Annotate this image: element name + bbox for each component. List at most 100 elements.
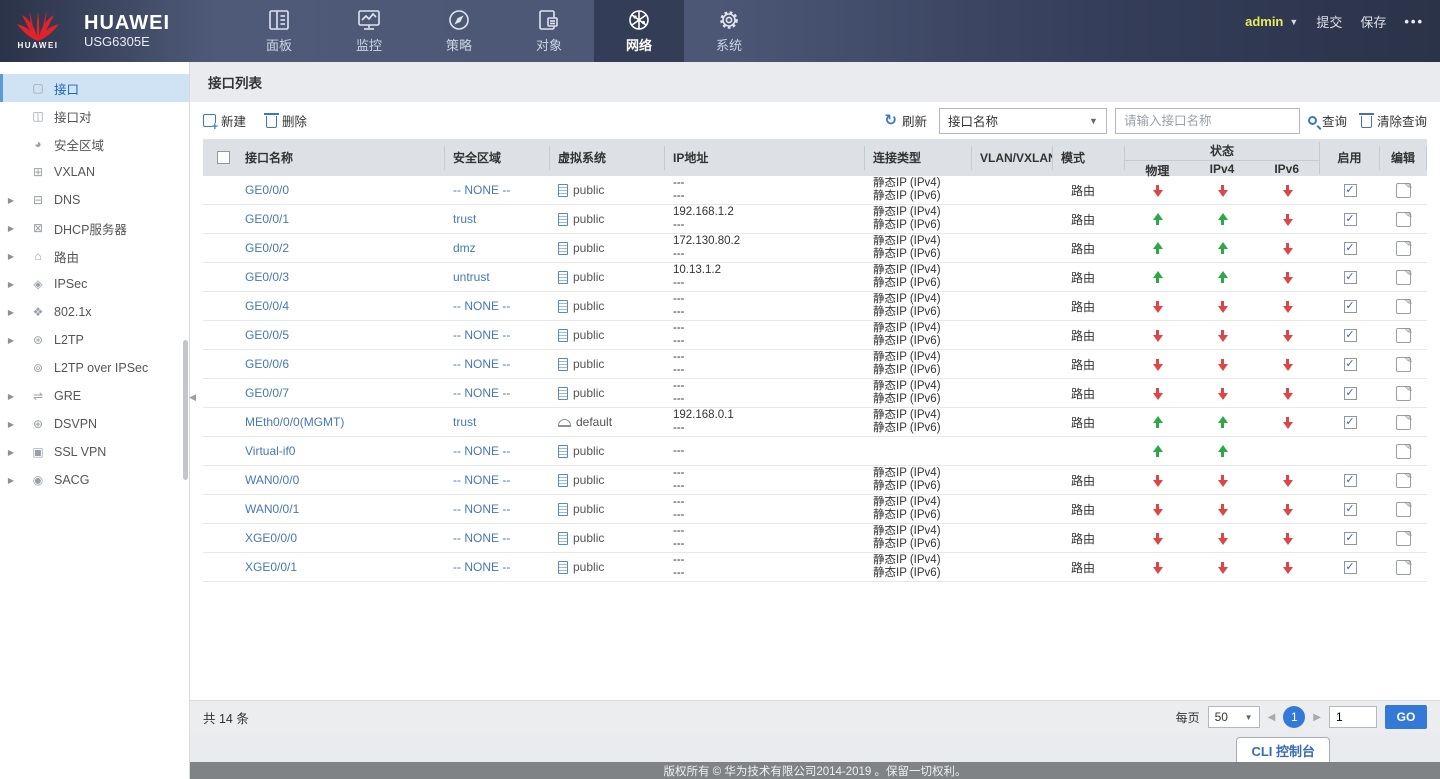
expand-caret-icon[interactable]: ▶ bbox=[0, 476, 22, 485]
enable-checkbox[interactable]: ✓ bbox=[1343, 270, 1357, 284]
expand-caret-icon[interactable]: ▶ bbox=[0, 252, 22, 261]
sidebar-item-security-zone[interactable]: ▶ ◕ 安全区域 bbox=[0, 130, 189, 158]
sidebar-collapse-icon[interactable]: ◀ bbox=[189, 392, 196, 403]
expand-caret-icon[interactable]: ▶ bbox=[0, 420, 22, 429]
save-button[interactable]: 保存 bbox=[1360, 12, 1386, 31]
zone-link[interactable]: -- NONE -- bbox=[453, 299, 510, 313]
sidebar-item-gre[interactable]: ▶ ⇌ GRE bbox=[0, 382, 189, 410]
zone-link[interactable]: trust bbox=[453, 415, 476, 429]
expand-caret-icon[interactable]: ▶ bbox=[0, 392, 22, 401]
interface-name-link[interactable]: GE0/0/6 bbox=[245, 357, 289, 371]
next-page-icon[interactable]: ▶ bbox=[1313, 712, 1321, 723]
nav-tab-policy[interactable]: 策略 bbox=[414, 0, 504, 62]
enable-checkbox[interactable]: ✓ bbox=[1343, 357, 1357, 371]
sidebar-item-route[interactable]: ▶ ⌂ 路由 bbox=[0, 242, 189, 270]
enable-checkbox[interactable]: ✓ bbox=[1343, 560, 1357, 574]
edit-button[interactable] bbox=[1396, 472, 1413, 488]
sidebar-item-sacg[interactable]: ▶ ◉ SACG bbox=[0, 466, 189, 494]
zone-link[interactable]: -- NONE -- bbox=[453, 328, 510, 342]
sidebar-item-dns[interactable]: ▶ ⊟ DNS bbox=[0, 186, 189, 214]
edit-button[interactable] bbox=[1396, 385, 1413, 401]
cli-console-button[interactable]: CLI 控制台 bbox=[1236, 737, 1330, 762]
zone-link[interactable]: -- NONE -- bbox=[453, 444, 510, 458]
expand-caret-icon[interactable]: ▶ bbox=[0, 196, 22, 205]
enable-checkbox[interactable]: ✓ bbox=[1343, 328, 1357, 342]
edit-button[interactable] bbox=[1396, 327, 1413, 343]
goto-page-input[interactable] bbox=[1329, 706, 1377, 728]
zone-link[interactable]: -- NONE -- bbox=[453, 502, 510, 516]
filter-field-dropdown[interactable]: 接口名称 ▼ bbox=[938, 107, 1107, 134]
submit-button[interactable]: 提交 bbox=[1316, 12, 1342, 31]
interface-name-link[interactable]: XGE0/0/1 bbox=[245, 560, 297, 574]
select-all-checkbox[interactable] bbox=[216, 151, 230, 164]
zone-link[interactable]: -- NONE -- bbox=[453, 357, 510, 371]
interface-name-link[interactable]: GE0/0/5 bbox=[245, 328, 289, 342]
zone-link[interactable]: untrust bbox=[453, 270, 490, 284]
interface-name-link[interactable]: Virtual-if0 bbox=[245, 444, 295, 458]
sidebar-item-dot1x[interactable]: ▶ ❖ 802.1x bbox=[0, 298, 189, 326]
more-menu-icon[interactable]: ••• bbox=[1404, 14, 1424, 29]
zone-link[interactable]: -- NONE -- bbox=[453, 531, 510, 545]
delete-button[interactable]: 删除 bbox=[264, 111, 307, 130]
edit-button[interactable] bbox=[1396, 443, 1413, 459]
enable-checkbox[interactable]: ✓ bbox=[1343, 241, 1357, 255]
interface-name-link[interactable]: XGE0/0/0 bbox=[245, 531, 297, 545]
edit-button[interactable] bbox=[1396, 269, 1413, 285]
zone-link[interactable]: dmz bbox=[453, 241, 476, 255]
nav-tab-dashboard[interactable]: 面板 bbox=[234, 0, 324, 62]
sidebar-item-l2tp-over-ipsec[interactable]: ▶ ⊚ L2TP over IPSec bbox=[0, 354, 189, 382]
sidebar-item-interface[interactable]: ▶ ▢ 接口 bbox=[0, 74, 189, 102]
enable-checkbox[interactable]: ✓ bbox=[1343, 212, 1357, 226]
zone-link[interactable]: trust bbox=[453, 212, 476, 226]
sidebar-item-ipsec[interactable]: ▶ ◈ IPSec bbox=[0, 270, 189, 298]
edit-button[interactable] bbox=[1396, 240, 1413, 256]
enable-checkbox[interactable]: ✓ bbox=[1343, 473, 1357, 487]
refresh-button[interactable]: ↻ 刷新 bbox=[884, 111, 927, 130]
edit-button[interactable] bbox=[1396, 298, 1413, 314]
prev-page-icon[interactable]: ◀ bbox=[1268, 712, 1276, 723]
sidebar-item-dsvpn[interactable]: ▶ ⊕ DSVPN bbox=[0, 410, 189, 438]
interface-name-link[interactable]: WAN0/0/0 bbox=[245, 473, 299, 487]
zone-link[interactable]: -- NONE -- bbox=[453, 473, 510, 487]
enable-checkbox[interactable]: ✓ bbox=[1343, 531, 1357, 545]
current-page-badge[interactable]: 1 bbox=[1283, 706, 1306, 728]
zone-link[interactable]: -- NONE -- bbox=[453, 560, 510, 574]
zone-link[interactable]: -- NONE -- bbox=[453, 386, 510, 400]
go-button[interactable]: GO bbox=[1385, 705, 1427, 729]
enable-checkbox[interactable]: ✓ bbox=[1343, 415, 1357, 429]
interface-name-link[interactable]: WAN0/0/1 bbox=[245, 502, 299, 516]
sidebar-item-vxlan[interactable]: ▶ ⊞ VXLAN bbox=[0, 158, 189, 186]
expand-caret-icon[interactable]: ▶ bbox=[0, 308, 22, 317]
edit-button[interactable] bbox=[1396, 530, 1413, 546]
expand-caret-icon[interactable]: ▶ bbox=[0, 224, 22, 233]
interface-name-link[interactable]: MEth0/0/0(MGMT) bbox=[245, 415, 344, 429]
interface-name-link[interactable]: GE0/0/0 bbox=[245, 183, 289, 197]
zone-link[interactable]: -- NONE -- bbox=[453, 183, 510, 197]
nav-tab-monitor[interactable]: 监控 bbox=[324, 0, 414, 62]
sidebar-item-l2tp[interactable]: ▶ ⊛ L2TP bbox=[0, 326, 189, 354]
interface-name-link[interactable]: GE0/0/1 bbox=[245, 212, 289, 226]
nav-tab-object[interactable]: 对象 bbox=[504, 0, 594, 62]
enable-checkbox[interactable]: ✓ bbox=[1343, 386, 1357, 400]
new-button[interactable]: 新建 bbox=[203, 111, 246, 132]
expand-caret-icon[interactable]: ▶ bbox=[0, 448, 22, 457]
enable-checkbox[interactable]: ✓ bbox=[1343, 299, 1357, 313]
enable-checkbox[interactable]: ✓ bbox=[1343, 183, 1357, 197]
query-button[interactable]: 查询 bbox=[1307, 111, 1347, 130]
interface-name-link[interactable]: GE0/0/7 bbox=[245, 386, 289, 400]
clear-query-button[interactable]: 清除查询 bbox=[1358, 111, 1427, 130]
edit-button[interactable] bbox=[1396, 211, 1413, 227]
username-menu[interactable]: admin bbox=[1245, 14, 1283, 29]
edit-button[interactable] bbox=[1396, 356, 1413, 372]
sidebar-item-dhcp-server[interactable]: ▶ ⊠ DHCP服务器 bbox=[0, 214, 189, 242]
nav-tab-network[interactable]: 网络 bbox=[594, 0, 684, 62]
expand-caret-icon[interactable]: ▶ bbox=[0, 336, 22, 345]
sidebar-scrollbar[interactable] bbox=[183, 340, 188, 480]
per-page-dropdown[interactable]: 50 ▼ bbox=[1207, 706, 1260, 728]
nav-tab-system[interactable]: 系统 bbox=[684, 0, 774, 62]
edit-button[interactable] bbox=[1396, 501, 1413, 517]
user-caret-icon[interactable]: ▼ bbox=[1289, 17, 1298, 27]
enable-checkbox[interactable]: ✓ bbox=[1343, 502, 1357, 516]
sidebar-item-interface-pair[interactable]: ▶ ◫ 接口对 bbox=[0, 102, 189, 130]
interface-name-link[interactable]: GE0/0/2 bbox=[245, 241, 289, 255]
